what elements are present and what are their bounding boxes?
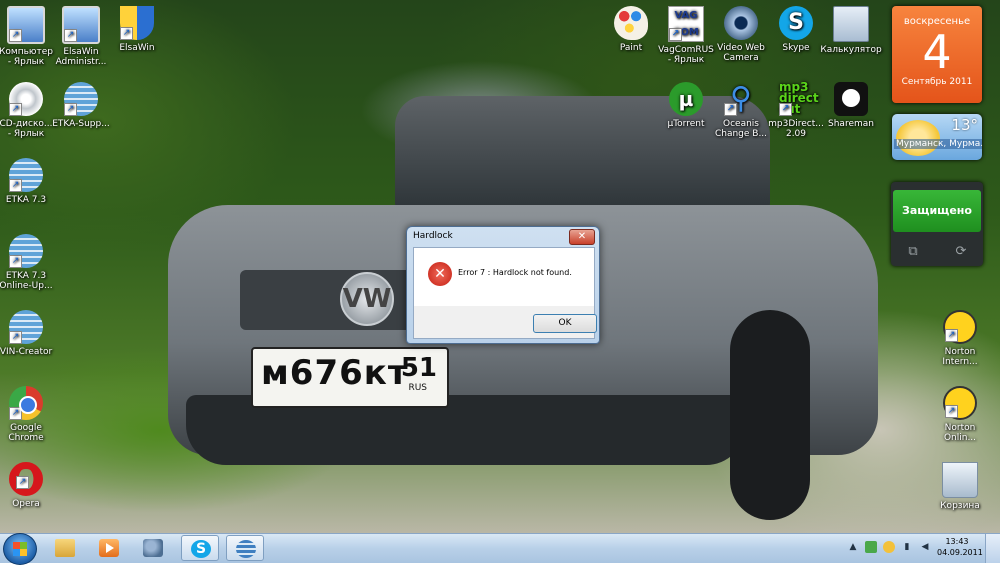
- error-icon: ✕: [428, 262, 452, 286]
- dialog-message: Error 7 : Hardlock not found.: [458, 268, 572, 277]
- desktop-icon-recycle-bin[interactable]: Корзина: [927, 462, 993, 511]
- weather-temperature: 13°: [951, 116, 978, 134]
- show-hidden-icons-icon[interactable]: ▲: [847, 541, 859, 553]
- wallpaper-vw-logo: VW: [340, 272, 394, 326]
- calendar-month: Сентябрь 2011: [901, 77, 973, 87]
- taskbar: S ▲ ▮ ◀ 13:43 04.09.2011: [0, 533, 1000, 565]
- utorrent-icon: µ: [669, 82, 703, 116]
- norton-tray-icon[interactable]: [865, 541, 877, 553]
- plate-region: 51: [400, 353, 437, 383]
- calendar-day: 4: [922, 25, 952, 79]
- start-button[interactable]: [3, 533, 37, 565]
- desktop-icon-calculator[interactable]: Калькулятор: [818, 6, 884, 55]
- refresh-icon[interactable]: ⟳: [953, 244, 969, 260]
- weather-gadget[interactable]: 13° Мурманск, Мурма...: [892, 114, 982, 160]
- weather-city: Мурманск, Мурма...: [894, 139, 982, 149]
- sun-icon: [896, 120, 940, 156]
- desktop-icon-shareman[interactable]: Shareman: [818, 82, 884, 129]
- taskbar-etka[interactable]: [226, 535, 264, 561]
- plate-country: RUS: [408, 383, 427, 393]
- etka-globe-icon: ↗: [9, 234, 43, 268]
- etka-globe-icon: ↗: [9, 158, 43, 192]
- desktop-icon-norton-internet[interactable]: ↗ Norton Intern...: [927, 310, 993, 367]
- opera-icon: ↗: [9, 462, 43, 496]
- desktop-icon-etka[interactable]: ↗ ETKA 7.3: [0, 158, 59, 205]
- desktop-icon-etka-online-update[interactable]: ↗ ETKA 7.3 Online-Up...: [0, 234, 59, 291]
- norton-status[interactable]: Защищено: [893, 190, 981, 232]
- close-icon[interactable]: ✕: [569, 229, 595, 245]
- etka-globe-icon: [236, 540, 256, 558]
- norton-gadget[interactable]: Защищено ⧉ ⟳: [891, 182, 983, 266]
- calculator-icon: [833, 6, 869, 42]
- calendar-gadget[interactable]: воскресенье 4 Сентябрь 2011: [892, 6, 982, 103]
- clock-date: 04.09.2011: [937, 548, 983, 557]
- paint-icon: [614, 6, 648, 40]
- show-desktop-button[interactable]: [985, 534, 1000, 563]
- taskbar-explorer[interactable]: [46, 535, 84, 561]
- dialog-title: Hardlock: [413, 231, 453, 241]
- taskbar-skype[interactable]: S: [181, 535, 219, 561]
- webcam-icon: [724, 6, 758, 40]
- windows-flag-icon: [13, 542, 27, 556]
- shareman-icon: [834, 82, 868, 116]
- folder-icon: [55, 539, 75, 557]
- hardlock-error-dialog: Hardlock ✕ ✕ Error 7 : Hardlock not foun…: [406, 226, 600, 344]
- desktop-icon-etka-support[interactable]: ↗ ETKA-Supp...: [48, 82, 114, 129]
- desktop-icon-norton-online[interactable]: ↗ Norton Onlin...: [927, 386, 993, 443]
- elsawin-shield-icon: ↗: [120, 6, 154, 40]
- volume-icon[interactable]: ◀: [919, 541, 931, 553]
- desktop-icon-elsawin[interactable]: ↗ ElsaWin: [104, 6, 170, 53]
- media-player-icon: [99, 539, 119, 557]
- dialog-body: ✕ Error 7 : Hardlock not found. OK: [413, 247, 597, 339]
- vag-icon: VAG COM ↗: [668, 6, 704, 42]
- etka-globe-icon: ↗: [64, 82, 98, 116]
- skype-icon: S: [779, 6, 813, 40]
- plate-number: м676кт: [261, 353, 409, 393]
- ok-button[interactable]: OK: [533, 314, 597, 333]
- taskbar-media-player[interactable]: [90, 535, 128, 561]
- etka-globe-icon: ↗: [9, 310, 43, 344]
- skype-icon: S: [191, 540, 211, 558]
- open-window-icon[interactable]: ⧉: [905, 244, 921, 260]
- tools-icon: [143, 539, 163, 557]
- dvd-icon: ↗: [9, 82, 43, 116]
- clock-time: 13:43: [945, 537, 969, 546]
- chrome-icon: ↗: [9, 386, 43, 420]
- recycle-bin-icon: [942, 462, 978, 498]
- system-tray: ▲ ▮ ◀: [845, 540, 935, 556]
- desktop-wallpaper: VW м676кт 51 RUS ↗ Компьютер - Ярлык ↗ C…: [0, 0, 1000, 533]
- norton-internet-icon: ↗: [943, 310, 977, 344]
- dialog-footer: OK: [414, 306, 597, 338]
- computer-icon: ↗: [7, 6, 45, 44]
- license-plate: м676кт 51 RUS: [251, 347, 449, 408]
- mp3directcut-icon: mp3directcut↗: [779, 80, 819, 116]
- network-icon[interactable]: ▮: [901, 541, 913, 553]
- action-center-icon[interactable]: [883, 541, 895, 553]
- desktop-icon-opera[interactable]: ↗ Opera: [0, 462, 59, 509]
- desktop-icon-google-chrome[interactable]: ↗ Google Chrome: [0, 386, 59, 443]
- norton-online-icon: ↗: [943, 386, 977, 420]
- clock[interactable]: 13:43 04.09.2011: [937, 536, 983, 558]
- desktop-icon-vin-creator[interactable]: ↗ VIN-Creator: [0, 310, 59, 357]
- elsawin-admin-icon: ↗: [62, 6, 100, 44]
- oceanis-icon: ⚲ ↗: [724, 82, 758, 116]
- wallpaper-car-wheel: [730, 310, 810, 520]
- taskbar-tools[interactable]: [134, 535, 172, 561]
